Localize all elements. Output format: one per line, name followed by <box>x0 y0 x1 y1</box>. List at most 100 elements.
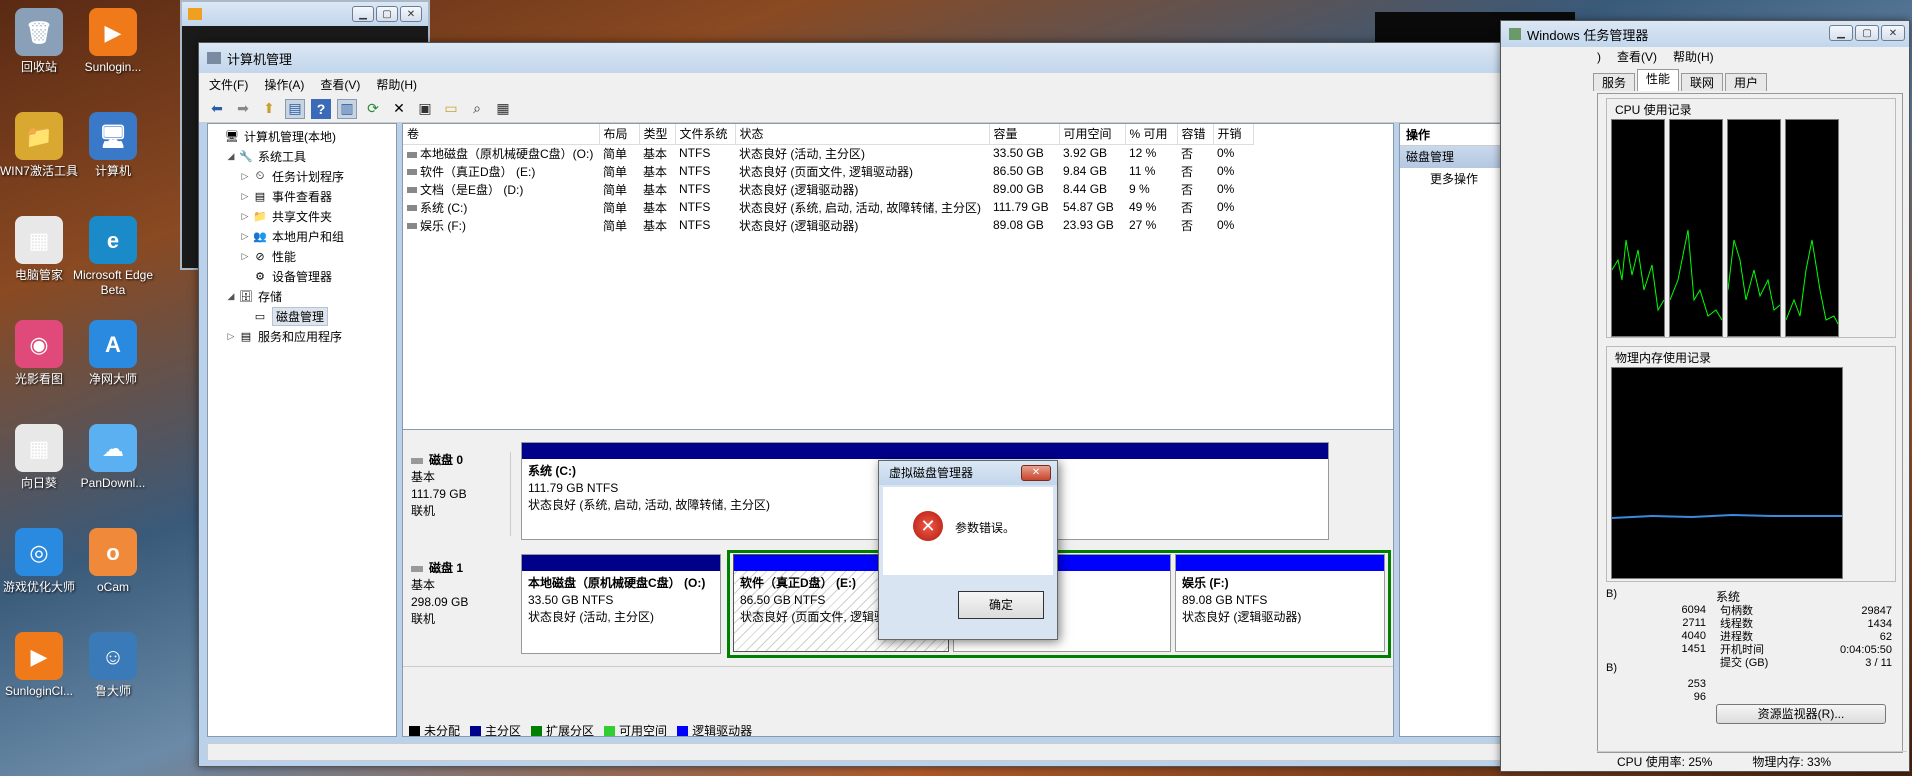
tree-item[interactable]: 🖥 计算机管理(本地) <box>208 126 396 146</box>
system-row-value: 29847 <box>1861 605 1892 617</box>
tree-expander-icon[interactable]: ◢ <box>224 151 238 162</box>
column-header[interactable]: 状态 <box>735 124 990 145</box>
column-header[interactable]: 开销 <box>1213 124 1254 145</box>
column-header[interactable]: 卷 <box>403 124 600 145</box>
menu-action[interactable]: 操作(A) <box>264 76 304 93</box>
desktop-icon-label: 计算机 <box>94 164 131 178</box>
table-row[interactable]: 系统 (C:) 简单 基本 NTFS 状态良好 (系统, 启动, 活动, 故障转储, 主… <box>403 198 1253 216</box>
desktop-icon[interactable]: ☺ 鲁大师 <box>70 632 156 699</box>
tree-item-label: 本地用户和组 <box>272 229 345 244</box>
cpu-graph-1-lines <box>1611 239 1665 312</box>
tree-item[interactable]: ▷ 👥 本地用户和组 <box>208 226 396 246</box>
tree-expander-icon[interactable]: ▷ <box>238 251 252 262</box>
show-action-pane-icon[interactable]: ▥ <box>337 98 357 119</box>
delete-icon[interactable]: ✕ <box>389 99 409 119</box>
table-row[interactable]: 娱乐 (F:) 简单 基本 NTFS 状态良好 (逻辑驱动器) 89.08 GB 23.93… <box>403 216 1253 234</box>
mmc-titlebar[interactable]: 计算机管理 <box>199 43 1595 73</box>
disk1-partition-o[interactable]: 本地磁盘（原机械硬盘C盘） (O:) 33.50 GB NTFS 状态良好 (活… <box>521 554 721 654</box>
tab-networking[interactable]: 联网 <box>1681 73 1724 91</box>
taskmgr-menu-help[interactable]: 帮助(H) <box>1673 47 1714 67</box>
menu-file[interactable]: 文件(F) <box>209 76 248 93</box>
tree-item[interactable]: ◢ 🔧 系统工具 <box>208 146 396 166</box>
taskmgr-minimize-button[interactable]: ▁ <box>1829 25 1853 41</box>
tree-expander-icon[interactable]: ▷ <box>238 191 252 202</box>
forward-icon[interactable]: ➡ <box>233 99 253 119</box>
computer-management-window: 计算机管理 ▁ ▢ ✕ 文件(F) 操作(A) 查看(V) 帮助(H) ⬅ ➡ … <box>198 42 1596 767</box>
tree-item[interactable]: ▷ 📁 共享文件夹 <box>208 206 396 226</box>
table-cell: 否 <box>1181 164 1194 179</box>
desktop-icon-label: Microsoft Edge Beta <box>72 268 154 297</box>
resource-monitor-button[interactable]: 资源监视器(R)... <box>1716 704 1886 724</box>
desktop-icon[interactable]: A 净网大师 <box>70 320 156 387</box>
tree-expander-icon[interactable]: ▷ <box>238 211 252 222</box>
refresh-icon[interactable]: ⟳ <box>363 99 383 119</box>
open-icon[interactable]: ▭ <box>441 99 461 119</box>
settings-icon[interactable]: ▦ <box>493 99 513 119</box>
tree-item[interactable]: ▷ ▤ 事件查看器 <box>208 186 396 206</box>
tree-item[interactable]: ▷ ▤ 服务和应用程序 <box>208 326 396 346</box>
help-icon[interactable]: ? <box>311 98 331 119</box>
table-cell: NTFS <box>679 182 711 196</box>
dialog-ok-button[interactable]: 确定 <box>958 591 1044 619</box>
table-cell: 简单 <box>603 164 628 179</box>
taskmgr-maximize-button[interactable]: ▢ <box>1855 25 1879 41</box>
desktop-icon-label: oCam <box>96 580 129 594</box>
memory-value: 4040 <box>1681 630 1706 642</box>
column-header[interactable]: 布局 <box>599 124 640 145</box>
column-header[interactable]: 文件系统 <box>675 124 736 145</box>
column-header[interactable]: 类型 <box>639 124 676 145</box>
volume-name: 软件（真正D盘） (E:) <box>420 164 536 179</box>
tree-node-icon: ⏲ <box>255 169 265 182</box>
tab-performance[interactable]: 性能 <box>1637 69 1680 91</box>
tree-expander-icon[interactable]: ▷ <box>238 231 252 242</box>
properties-icon[interactable]: ▣ <box>415 99 435 119</box>
table-cell: 0% <box>1217 164 1235 178</box>
tab-services[interactable]: 服务 <box>1593 73 1636 91</box>
table-row[interactable]: 本地磁盘（原机械硬盘C盘）(O:) 简单 基本 NTFS 状态良好 (活动, 主分区) 3… <box>403 144 1253 162</box>
up-folder-icon[interactable]: ⬆ <box>259 99 279 119</box>
column-header[interactable]: 可用空间 <box>1059 124 1126 145</box>
cpu-graph-2-lines <box>1669 229 1723 321</box>
desktop-icon-label: Sunlogin... <box>84 60 142 74</box>
tree-item[interactable]: ◢ 🗄 存储 <box>208 286 396 306</box>
tab-users[interactable]: 用户 <box>1725 73 1768 91</box>
table-cell: NTFS <box>679 164 711 178</box>
disk-legend: 未分配 主分区 扩展分区 可用空间 逻辑驱动器 <box>409 722 752 736</box>
show-tree-icon[interactable]: ▤ <box>285 98 305 119</box>
menu-help[interactable]: 帮助(H) <box>376 76 417 93</box>
desktop-icon[interactable]: ☁ PanDownl... <box>70 424 156 491</box>
tree-item[interactable]: ▭ 磁盘管理 <box>208 306 396 326</box>
table-row[interactable]: 软件（真正D盘） (E:) 简单 基本 NTFS 状态良好 (页面文件, 逻辑驱动器) 8… <box>403 162 1253 180</box>
table-row[interactable]: 文档（是E盘） (D:) 简单 基本 NTFS 状态良好 (逻辑驱动器) 89.00 GB… <box>403 180 1253 198</box>
disk1-partition-f[interactable]: 娱乐 (F:) 89.08 GB NTFS 状态良好 (逻辑驱动器) <box>1175 554 1385 652</box>
menu-view[interactable]: 查看(V) <box>320 76 360 93</box>
column-header[interactable]: % 可用 <box>1125 124 1178 145</box>
tree-node-icon: 📁 <box>253 210 267 223</box>
taskmgr-menu-view[interactable]: 查看(V) <box>1617 47 1657 67</box>
taskmgr-close-button[interactable]: ✕ <box>1881 25 1905 41</box>
tree-item[interactable]: ▷ ⊘ 性能 <box>208 246 396 266</box>
legend-swatch <box>604 726 616 736</box>
column-header[interactable]: 容量 <box>989 124 1060 145</box>
desktop-icon[interactable]: ▶ Sunlogin... <box>70 8 156 75</box>
tree-item-label: 存储 <box>258 289 283 304</box>
table-cell: 简单 <box>603 218 628 233</box>
desktop-icon[interactable]: 🖥 计算机 <box>70 112 156 179</box>
column-header[interactable]: 容错 <box>1177 124 1214 145</box>
taskmgr-menu-partial[interactable]: ) <box>1597 47 1601 67</box>
search-icon[interactable]: ⌕ <box>467 99 487 119</box>
task-manager-window: Windows 任务管理器 ▁ ▢ ✕ ) 查看(V) 帮助(H) 服务 性能 … <box>1500 20 1910 772</box>
memory-history-label: 物理内存使用记录 <box>1613 349 1714 366</box>
desktop-icon[interactable]: e Microsoft Edge Beta <box>70 216 156 298</box>
disk1-type: 基本 <box>411 578 436 592</box>
dialog-close-button[interactable]: ✕ <box>1021 465 1051 481</box>
desktop-icon[interactable]: o oCam <box>70 528 156 595</box>
dialog-message: 参数错误。 <box>955 521 1016 535</box>
tree-expander-icon[interactable]: ▷ <box>238 171 252 182</box>
tree-item[interactable]: ▷ ⏲ 任务计划程序 <box>208 166 396 186</box>
tree-expander-icon[interactable]: ▷ <box>224 331 238 342</box>
back-icon[interactable]: ⬅ <box>207 99 227 119</box>
tree-item[interactable]: ⚙ 设备管理器 <box>208 266 396 286</box>
tree-expander-icon[interactable]: ◢ <box>224 291 238 302</box>
dialog-titlebar[interactable]: 虚拟磁盘管理器 ✕ <box>879 461 1057 485</box>
